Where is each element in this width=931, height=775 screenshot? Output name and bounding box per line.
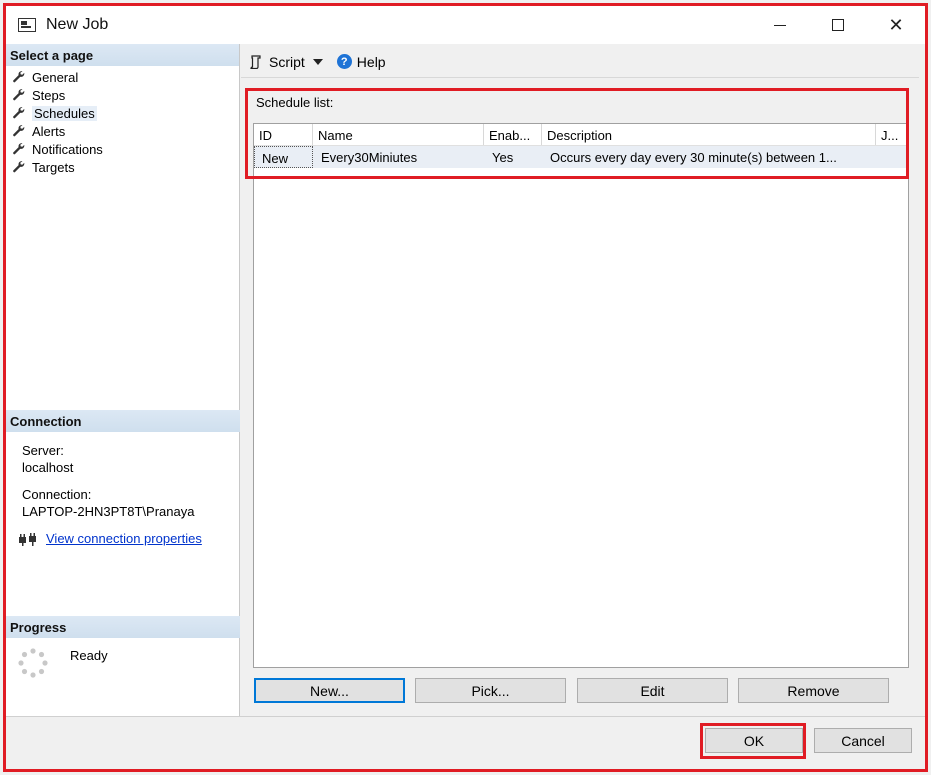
page-item-general[interactable]: General	[6, 68, 239, 86]
new-schedule-button[interactable]: New...	[254, 678, 405, 703]
schedule-list-label: Schedule list:	[256, 95, 334, 110]
page-item-steps[interactable]: Steps	[6, 86, 239, 104]
wrench-icon	[12, 70, 26, 84]
cell-jobs[interactable]	[876, 146, 908, 168]
script-label: Script	[269, 53, 305, 70]
help-label: Help	[356, 53, 386, 70]
remove-schedule-button[interactable]: Remove	[738, 678, 889, 703]
script-button[interactable]: Script	[249, 54, 329, 70]
toolbar: Script ? Help	[241, 46, 919, 78]
column-header-jobs[interactable]: J...	[876, 124, 908, 145]
cell-description[interactable]: Occurs every day every 30 minute(s) betw…	[542, 146, 876, 168]
column-header-description[interactable]: Description	[542, 124, 876, 145]
column-header-id[interactable]: ID	[254, 124, 313, 145]
column-header-name[interactable]: Name	[313, 124, 484, 145]
plug-icon	[19, 532, 36, 546]
schedule-grid: ID Name Enab... Description J... New Eve…	[253, 123, 909, 668]
pick-schedule-button[interactable]: Pick...	[415, 678, 566, 703]
page-label: Steps	[32, 87, 66, 103]
new-job-dialog: New Job ✕ Select a page General Steps Sc…	[0, 0, 931, 775]
page-item-schedules[interactable]: Schedules	[6, 104, 239, 122]
server-label: Server:	[22, 443, 64, 458]
spinner-icon	[18, 648, 48, 678]
view-connection-row: View connection properties	[18, 530, 240, 547]
cell-enabled[interactable]: Yes	[484, 146, 542, 168]
progress-header: Progress	[6, 616, 240, 638]
page-label: General	[32, 69, 79, 85]
close-icon: ✕	[888, 14, 904, 35]
script-icon	[250, 54, 261, 69]
maximize-button[interactable]	[809, 6, 867, 44]
edit-schedule-button[interactable]: Edit	[577, 678, 728, 703]
minimize-icon	[774, 24, 786, 26]
wrench-icon	[12, 124, 26, 138]
wrench-icon	[12, 88, 26, 102]
window-controls: ✕	[751, 6, 925, 44]
grid-header: ID Name Enab... Description J...	[254, 124, 908, 146]
minimize-button[interactable]	[751, 6, 809, 44]
cell-name[interactable]: Every30Miniutes	[313, 146, 484, 168]
page-item-targets[interactable]: Targets	[6, 158, 239, 176]
page-item-notifications[interactable]: Notifications	[6, 140, 239, 158]
help-icon: ?	[336, 54, 352, 69]
page-item-alerts[interactable]: Alerts	[6, 122, 239, 140]
table-row[interactable]: New Every30Miniutes Yes Occurs every day…	[254, 146, 908, 168]
page-label: Alerts	[32, 123, 66, 139]
page-label: Notifications	[32, 141, 103, 157]
progress-body: Ready	[6, 638, 240, 678]
page-list: General Steps Schedules Alerts Notificat…	[6, 66, 239, 176]
wrench-icon	[12, 142, 26, 156]
wrench-icon	[12, 160, 26, 174]
connection-body: Server: localhost Connection: LAPTOP-2HN…	[6, 432, 240, 547]
close-button[interactable]: ✕	[867, 6, 925, 44]
page-label: Schedules	[32, 105, 97, 121]
connection-header: Connection	[6, 410, 240, 432]
left-panel: Select a page General Steps Schedules Al…	[6, 44, 240, 716]
wrench-icon	[12, 106, 26, 120]
view-connection-properties-link[interactable]: View connection properties	[46, 530, 202, 547]
cell-id[interactable]: New	[254, 146, 313, 168]
title-bar: New Job ✕	[6, 6, 925, 44]
window-icon	[18, 18, 36, 32]
connection-section: Connection Server: localhost Connection:…	[6, 410, 240, 547]
maximize-icon	[832, 19, 844, 31]
connection-label: Connection:	[22, 487, 92, 502]
cancel-button[interactable]: Cancel	[814, 728, 912, 753]
ok-button[interactable]: OK	[705, 728, 803, 753]
column-header-enabled[interactable]: Enab...	[484, 124, 542, 145]
select-page-header: Select a page	[6, 44, 239, 66]
page-label: Targets	[32, 159, 75, 175]
progress-section: Progress Ready	[6, 616, 240, 678]
progress-status: Ready	[70, 648, 108, 663]
dropdown-arrow-icon[interactable]	[312, 58, 323, 65]
connection-value: LAPTOP-2HN3PT8T\Pranaya	[22, 504, 195, 519]
server-value: localhost	[22, 460, 74, 475]
window-title: New Job	[46, 16, 109, 33]
help-button[interactable]: ? Help	[336, 53, 386, 70]
